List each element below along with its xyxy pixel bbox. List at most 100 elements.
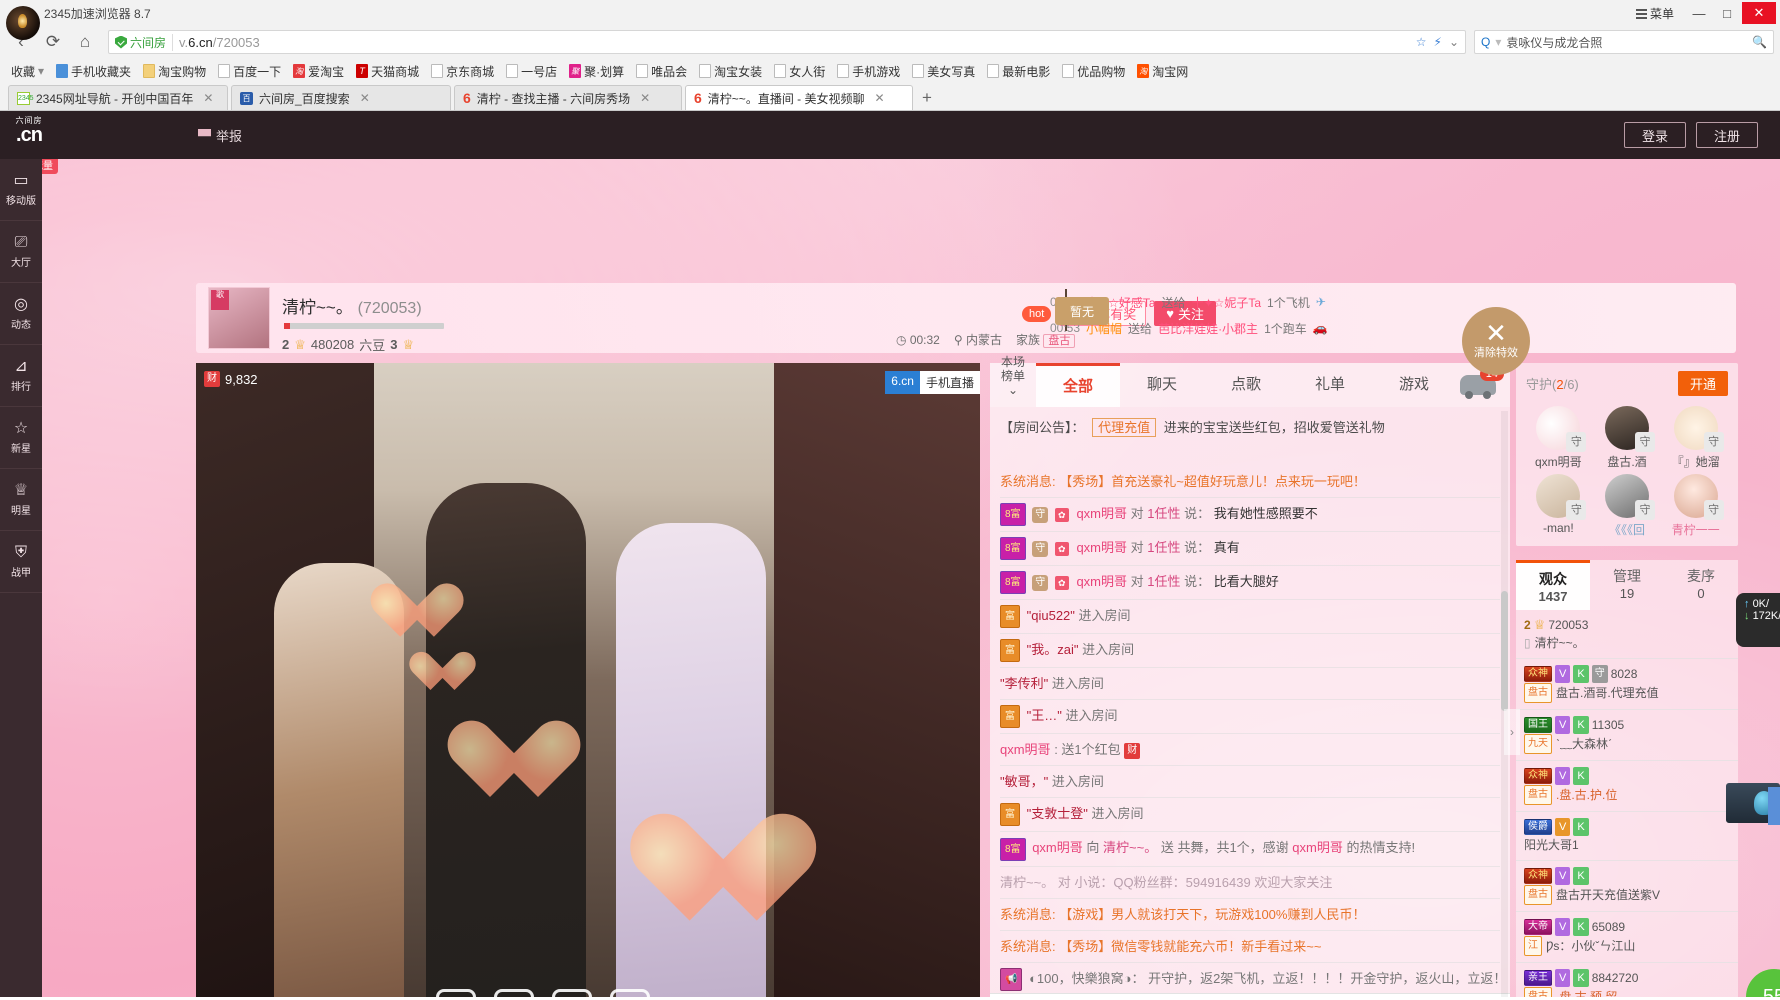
bookmark-item[interactable]: 淘宝购物: [138, 61, 211, 82]
car-queue-button[interactable]: 14: [1460, 367, 1504, 399]
register-button[interactable]: 注册: [1696, 122, 1758, 148]
chat-scrollbar[interactable]: [1501, 411, 1508, 997]
list-item[interactable]: 2 ♕ 720053 ▯ 清柠~~。: [1516, 610, 1738, 659]
list-item[interactable]: 众神 V K 盘古 .盘.古.护.位: [1516, 761, 1738, 812]
user-list[interactable]: 2 ♕ 720053 ▯ 清柠~~。 众神 V K 守 8028 盘古 盘古.酒哥.代理充值 国…: [1516, 610, 1738, 997]
gift-user[interactable]: qxm明哥: [1000, 742, 1051, 757]
sidebar-item-rank[interactable]: ⊿ 排行: [0, 345, 42, 407]
sidebar-item-newstar[interactable]: ☆ 新星: [0, 407, 42, 469]
enter-user[interactable]: "敏哥，": [1000, 774, 1048, 789]
sofa-icon[interactable]: [610, 989, 650, 997]
bookmark-item[interactable]: 淘爱淘宝: [288, 61, 349, 82]
bookmark-item[interactable]: 美女写真: [907, 61, 980, 82]
bookmark-item[interactable]: 手机游戏: [832, 61, 905, 82]
bookmark-item[interactable]: 唯品会: [631, 61, 692, 82]
site-logo[interactable]: 六间房 .cn: [0, 111, 58, 159]
gift-target[interactable]: 清柠~~。: [1103, 840, 1157, 855]
tab-viewers[interactable]: 观众 1437: [1516, 560, 1590, 610]
browser-tab-active[interactable]: 6 清柠~~。直播间 - 美女视频聊 ✕: [685, 85, 913, 110]
search-box[interactable]: Q ▾ 袁咏仪与成龙合照 🔍: [1474, 30, 1774, 54]
enter-user[interactable]: "李传利": [1000, 676, 1048, 691]
bookmark-item[interactable]: 百度一下: [213, 61, 286, 82]
tab-song[interactable]: 点歌: [1204, 363, 1288, 407]
sidebar-item-mobile[interactable]: ▭ 移动版: [0, 159, 42, 221]
browser-tab[interactable]: 2345 2345网址导航 - 开创中国百年 ✕: [8, 85, 228, 110]
chat-messages[interactable]: 【房间公告】： 代理充值 进来的宝宝送些红包，招收爱管送礼物 系统消息: 【秀场…: [990, 407, 1510, 993]
guard-item[interactable]: 《《《回: [1595, 474, 1660, 538]
tab-close-icon[interactable]: ✕: [640, 91, 650, 105]
bookmark-item[interactable]: 手机收藏夹: [51, 61, 136, 82]
home-icon[interactable]: ⌂: [70, 29, 100, 55]
clear-effects-button[interactable]: ✕ 清除特效: [1462, 307, 1530, 375]
report-button[interactable]: 举报: [198, 126, 242, 145]
tab-all[interactable]: 全部: [1036, 363, 1120, 407]
notice-badge[interactable]: 代理充值: [1092, 418, 1157, 437]
tab-chat[interactable]: 聊天: [1120, 363, 1204, 407]
tab-close-icon[interactable]: ✕: [203, 91, 213, 105]
reload-icon[interactable]: ⟳: [38, 29, 68, 55]
guard-item[interactable]: 青柠一一: [1663, 474, 1728, 538]
enter-user[interactable]: "qiu522": [1027, 608, 1075, 623]
list-item[interactable]: 亲王 V K 8842720 盘古 .盘.古.预.留: [1516, 963, 1738, 997]
guard-item[interactable]: 盘古.酒: [1595, 406, 1660, 470]
open-guard-button[interactable]: 开通: [1677, 371, 1728, 396]
message-target[interactable]: 1任性: [1147, 574, 1180, 589]
message-user[interactable]: qxm明哥: [1076, 506, 1127, 521]
bookmark-item[interactable]: 淘淘宝网: [1132, 61, 1193, 82]
search-icon[interactable]: 🔍: [1752, 35, 1767, 49]
message-target[interactable]: 1任性: [1147, 506, 1180, 521]
enter-user[interactable]: "我。zai": [1027, 642, 1079, 657]
browser-menu-button[interactable]: 菜单: [1632, 3, 1684, 24]
tab-game[interactable]: 游戏: [1372, 363, 1456, 407]
panel-collapse-handle[interactable]: ›: [1504, 709, 1520, 755]
bookmark-item[interactable]: 聚聚·划算: [564, 61, 629, 82]
address-bar[interactable]: 六间房 v.6.cn/720053 ☆ ⚡ ⌄: [108, 30, 1466, 54]
guard-item[interactable]: qxm明哥: [1526, 406, 1591, 470]
sofa-icon[interactable]: [436, 989, 476, 997]
bookmark-item[interactable]: 优品购物: [1057, 61, 1130, 82]
close-button[interactable]: ✕: [1742, 2, 1776, 24]
tab-managers[interactable]: 管理 19: [1590, 560, 1664, 610]
bookmark-star-icon[interactable]: ☆: [1416, 35, 1427, 49]
bookmark-item[interactable]: 女人街: [769, 61, 830, 82]
sofa-icon[interactable]: [552, 989, 592, 997]
browser-profile-avatar[interactable]: [6, 6, 40, 40]
bookmark-item[interactable]: 京东商城: [426, 61, 499, 82]
pending-gift-badge[interactable]: 暂无: [1055, 297, 1109, 325]
new-tab-button[interactable]: +: [916, 88, 940, 110]
sofa-icon[interactable]: [494, 989, 534, 997]
enter-user[interactable]: "王…": [1027, 708, 1062, 723]
guard-item[interactable]: -man!: [1526, 474, 1591, 538]
search-engine-icon[interactable]: Q: [1481, 35, 1490, 49]
sidebar-item-armor[interactable]: ⛨ 战甲: [0, 531, 42, 593]
tab-close-icon[interactable]: ✕: [874, 91, 884, 105]
sidebar-item-star[interactable]: ♕ 明星: [0, 469, 42, 531]
session-rank-button[interactable]: 本场 榜单 ⌄: [990, 351, 1036, 397]
gift-user[interactable]: qxm明哥: [1032, 840, 1083, 855]
bookmark-item[interactable]: 最新电影: [982, 61, 1055, 82]
browser-tab[interactable]: 百 六间房_百度搜索 ✕: [231, 85, 451, 110]
gift-user-2[interactable]: qxm明哥: [1292, 840, 1343, 855]
bookmark-item[interactable]: 淘宝女装: [694, 61, 767, 82]
message-user[interactable]: qxm明哥: [1076, 574, 1127, 589]
bookmark-item[interactable]: 一号店: [501, 61, 562, 82]
minimize-button[interactable]: —: [1686, 2, 1712, 24]
sofa-row[interactable]: [436, 989, 650, 997]
edge-side-button[interactable]: [1768, 787, 1780, 825]
list-item[interactable]: 众神 V K 盘古 盘古开天充值送紫V: [1516, 861, 1738, 912]
browser-tab[interactable]: 6 清柠 - 查找主播 - 六间房秀场 ✕: [454, 85, 682, 110]
tab-close-icon[interactable]: ✕: [360, 91, 370, 105]
list-item[interactable]: 众神 V K 守 8028 盘古 盘古.酒哥.代理充值: [1516, 659, 1738, 710]
chevron-down-icon[interactable]: ⌄: [1449, 35, 1459, 49]
message-target[interactable]: 1任性: [1147, 540, 1180, 555]
bookmarks-root[interactable]: 收藏 ▾: [6, 61, 49, 82]
guard-item[interactable]: 『』她溜: [1663, 406, 1728, 470]
lightning-icon[interactable]: ⚡: [1434, 35, 1442, 49]
enter-user[interactable]: "支敦士登": [1027, 806, 1088, 821]
tab-giftlist[interactable]: 礼单: [1288, 363, 1372, 407]
bookmark-item[interactable]: T 天猫商城: [351, 61, 424, 82]
tab-mic[interactable]: 麦序 0: [1664, 560, 1738, 610]
message-user[interactable]: qxm明哥: [1076, 540, 1127, 555]
sidebar-item-hall[interactable]: ⎚ 大厅: [0, 221, 42, 283]
video-player[interactable]: 财 9,832 6.cn 手机直播: [196, 363, 980, 997]
